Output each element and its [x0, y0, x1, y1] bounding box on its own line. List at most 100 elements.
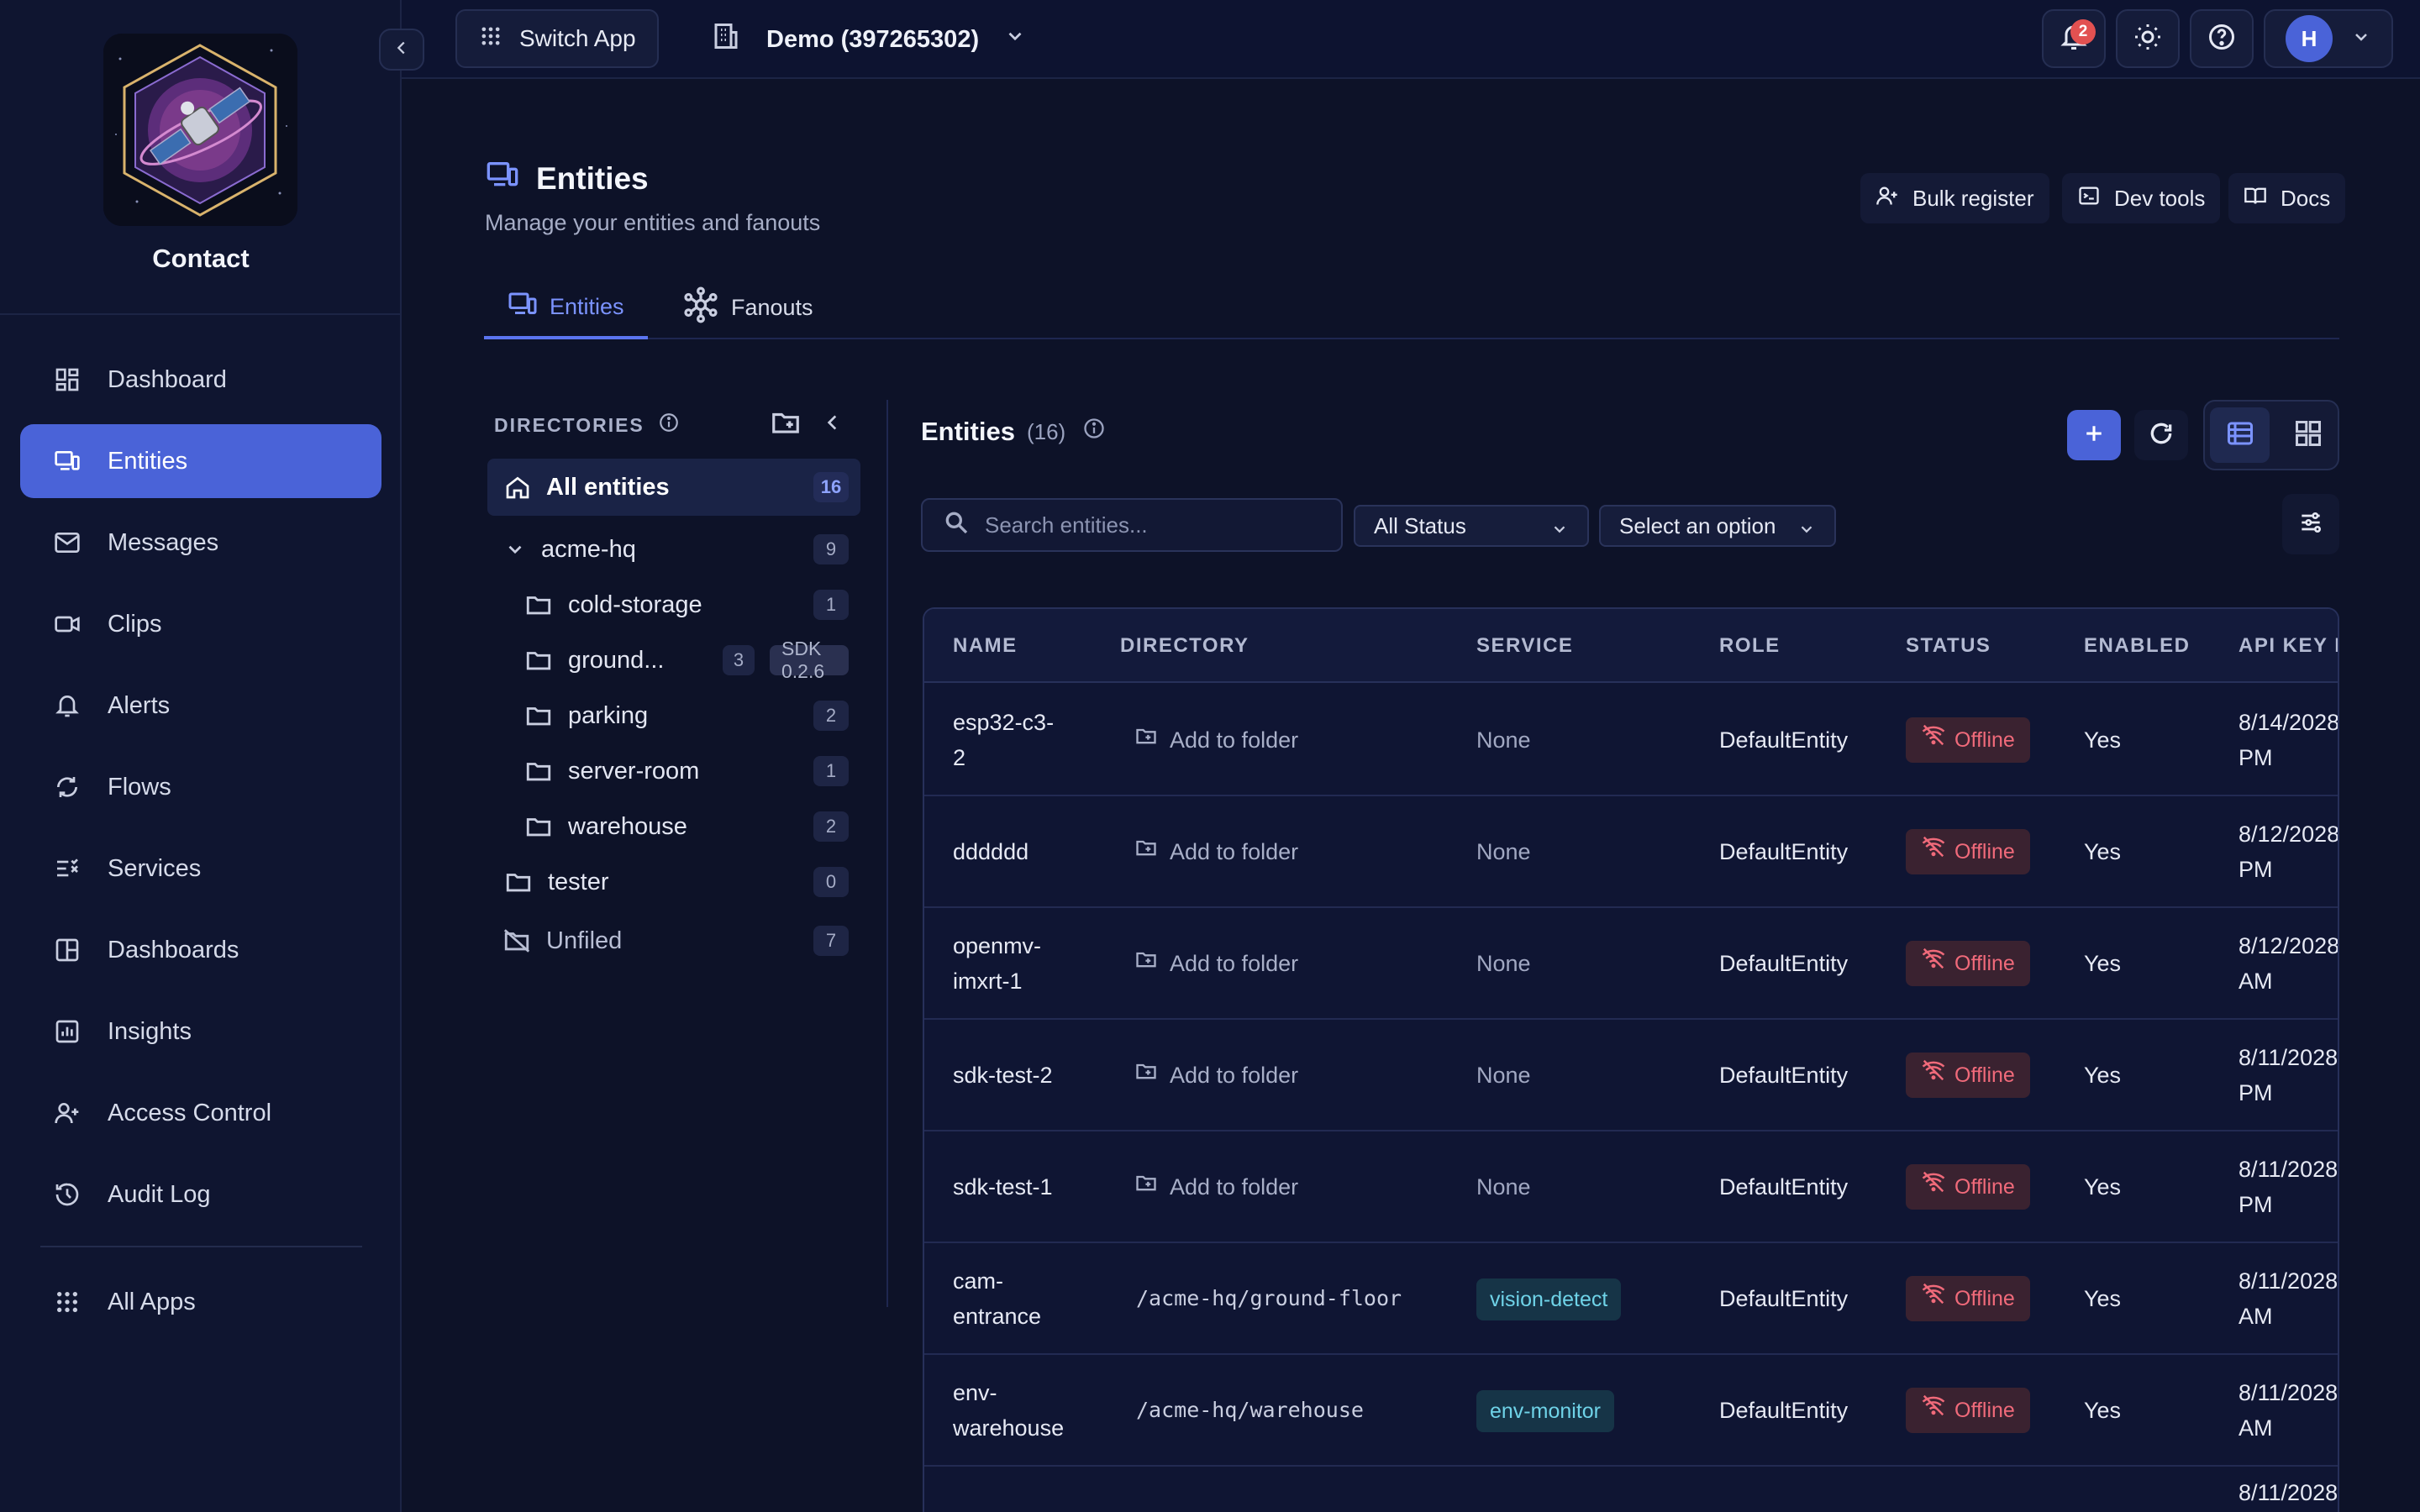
search-icon	[943, 509, 970, 542]
entity-name[interactable]: dddddd	[953, 834, 1028, 869]
collapse-sidebar-button[interactable]	[379, 29, 424, 71]
sidebar-item-dashboards[interactable]: Dashboards	[20, 913, 381, 987]
directory-cold-storage[interactable]: cold-storage 1	[524, 578, 849, 632]
user-plus-icon	[1876, 184, 1899, 213]
column-header-enabled[interactable]: ENABLED	[2084, 634, 2191, 658]
refresh-button[interactable]	[2134, 410, 2188, 460]
folder-icon	[504, 868, 533, 896]
sidebar-item-all-apps[interactable]: All Apps	[20, 1265, 381, 1339]
column-header-role[interactable]: ROLE	[1719, 634, 1781, 658]
grid-view-icon	[2293, 418, 2323, 453]
directory-all-entities[interactable]: All entities 16	[487, 459, 860, 516]
directory-ground-floor[interactable]: ground... 3 SDK 0.2.6	[524, 633, 849, 687]
entity-service[interactable]: vision-detect	[1476, 1278, 1622, 1320]
column-header-status[interactable]: STATUS	[1906, 634, 1991, 658]
table-row[interactable]: cam-entrance/acme-hq/ground-floor vision-…	[924, 1243, 2338, 1355]
bulk-register-button[interactable]: Bulk register	[1860, 173, 2049, 223]
sliders-icon	[2297, 509, 2324, 540]
entity-name[interactable]: esp32-c3- 2	[953, 705, 1054, 775]
table-row[interactable]: sdk-test-1 Add to folder None DefaultEntity…	[924, 1131, 2338, 1243]
sidebar-item-messages[interactable]: Messages	[20, 506, 381, 580]
status-filter-select[interactable]: All Status	[1354, 505, 1589, 547]
switch-app-button[interactable]: Switch App	[455, 9, 659, 68]
tab-fanouts[interactable]: Fanouts	[682, 277, 813, 338]
table-row[interactable]: env-warehouse/acme-hq/warehouse env-monit…	[924, 1355, 2338, 1467]
directory-warehouse[interactable]: warehouse 2	[524, 800, 849, 853]
add-to-folder-button[interactable]: Add to folder	[1134, 722, 1298, 758]
time-line: PM	[2238, 745, 2273, 770]
theme-toggle-button[interactable]	[2116, 9, 2180, 68]
table-row[interactable]: esp32-c3- 2 Add to folder None DefaultEntity…	[924, 685, 2338, 796]
collapse-directories-icon[interactable]	[822, 412, 844, 438]
notifications-button[interactable]: 2	[2042, 9, 2106, 68]
new-folder-icon[interactable]	[770, 407, 802, 443]
column-header-service[interactable]: SERVICE	[1476, 634, 1573, 658]
directory-acme-hq[interactable]: acme-hq 9	[504, 522, 849, 576]
table-row[interactable]: sdk-test-2 Add to folder None DefaultEntity…	[924, 1020, 2338, 1131]
entity-name[interactable]: cam-entrance	[953, 1263, 1041, 1334]
sidebar-item-dashboard[interactable]: Dashboard	[20, 343, 381, 417]
org-selector[interactable]: Demo (397265302)	[711, 15, 1026, 64]
entity-role: DefaultEntity	[1719, 727, 1849, 753]
page-title: Entities	[486, 158, 649, 199]
entity-name[interactable]: cam-	[953, 1504, 1003, 1512]
directory-server-room[interactable]: server-room 1	[524, 744, 849, 798]
sidebar-item-label: Dashboard	[108, 365, 227, 393]
column-header-api-key[interactable]: API KEY E	[2238, 634, 2338, 658]
add-to-folder-button[interactable]: Add to folder	[1134, 1169, 1298, 1205]
docs-label: Docs	[2281, 185, 2331, 211]
entity-name[interactable]: env-warehouse	[953, 1375, 1064, 1446]
entity-status: Offline	[1906, 1053, 2030, 1098]
add-to-folder-label: Add to folder	[1170, 727, 1299, 753]
search-input[interactable]	[985, 512, 1321, 538]
entity-name-line: env-	[953, 1380, 997, 1405]
column-settings-button[interactable]	[2282, 494, 2339, 554]
sidebar-item-flows[interactable]: Flows	[20, 750, 381, 824]
status-badge: Offline	[1906, 829, 2030, 874]
sidebar-item-audit-log[interactable]: Audit Log	[20, 1158, 381, 1231]
column-header-name[interactable]: NAME	[953, 634, 1018, 658]
entity-name[interactable]: openmv-imxrt-1	[953, 928, 1041, 999]
table-row[interactable]: cam- 8/11/2028	[924, 1467, 2338, 1512]
entity-name[interactable]: sdk-test-2	[953, 1058, 1053, 1093]
grid-view-button[interactable]	[2278, 407, 2338, 463]
option-filter-select[interactable]: Select an option	[1599, 505, 1836, 547]
list-view-button[interactable]	[2210, 407, 2270, 463]
add-entity-button[interactable]	[2067, 410, 2121, 460]
directory-parking[interactable]: parking 2	[524, 689, 849, 743]
entities-icon	[508, 289, 538, 325]
directory-unfiled[interactable]: Unfiled 7	[502, 914, 849, 968]
service-badge: env-monitor	[1476, 1390, 1614, 1432]
folder-plus-icon	[1134, 834, 1158, 869]
sidebar-item-alerts[interactable]: Alerts	[20, 669, 381, 743]
entity-name[interactable]: sdk-test-1	[953, 1169, 1053, 1205]
sidebar-item-access-control[interactable]: Access Control	[20, 1076, 381, 1150]
entity-service[interactable]: env-monitor	[1476, 1390, 1614, 1432]
user-menu[interactable]: H	[2264, 9, 2393, 68]
date-line: 8/11/2028	[2238, 1157, 2338, 1182]
sidebar-item-services[interactable]: Services	[20, 832, 381, 906]
wifi-off-icon	[1921, 1281, 1946, 1317]
sidebar-item-insights[interactable]: Insights	[20, 995, 381, 1068]
table-row[interactable]: openmv-imxrt-1 Add to folder None DefaultEn…	[924, 908, 2338, 1020]
table-header: NAME DIRECTORY SERVICE ROLE STATUS ENABL…	[924, 609, 2338, 683]
docs-button[interactable]: Docs	[2228, 173, 2346, 223]
column-header-directory[interactable]: DIRECTORY	[1120, 634, 1249, 658]
directory-count: 0	[813, 867, 849, 897]
add-to-folder-button[interactable]: Add to folder	[1134, 834, 1298, 869]
add-to-folder-button[interactable]: Add to folder	[1134, 1058, 1298, 1093]
table-row[interactable]: dddddd Add to folder None DefaultEntity Offl…	[924, 796, 2338, 908]
chevron-left-icon	[392, 39, 411, 61]
add-to-folder-label: Add to folder	[1170, 1063, 1299, 1088]
dashboards-icon	[52, 935, 82, 965]
directory-count: 9	[813, 534, 849, 564]
mail-icon	[52, 528, 82, 558]
sidebar-item-clips[interactable]: Clips	[20, 587, 381, 661]
sidebar-item-entities[interactable]: Entities	[20, 424, 381, 498]
dev-tools-button[interactable]: Dev tools	[2062, 173, 2221, 223]
tab-entities[interactable]: Entities	[484, 277, 648, 339]
directory-tester[interactable]: tester 0	[504, 855, 849, 909]
status-badge: Offline	[1906, 1388, 2030, 1433]
help-button[interactable]	[2190, 9, 2254, 68]
add-to-folder-button[interactable]: Add to folder	[1134, 946, 1298, 981]
